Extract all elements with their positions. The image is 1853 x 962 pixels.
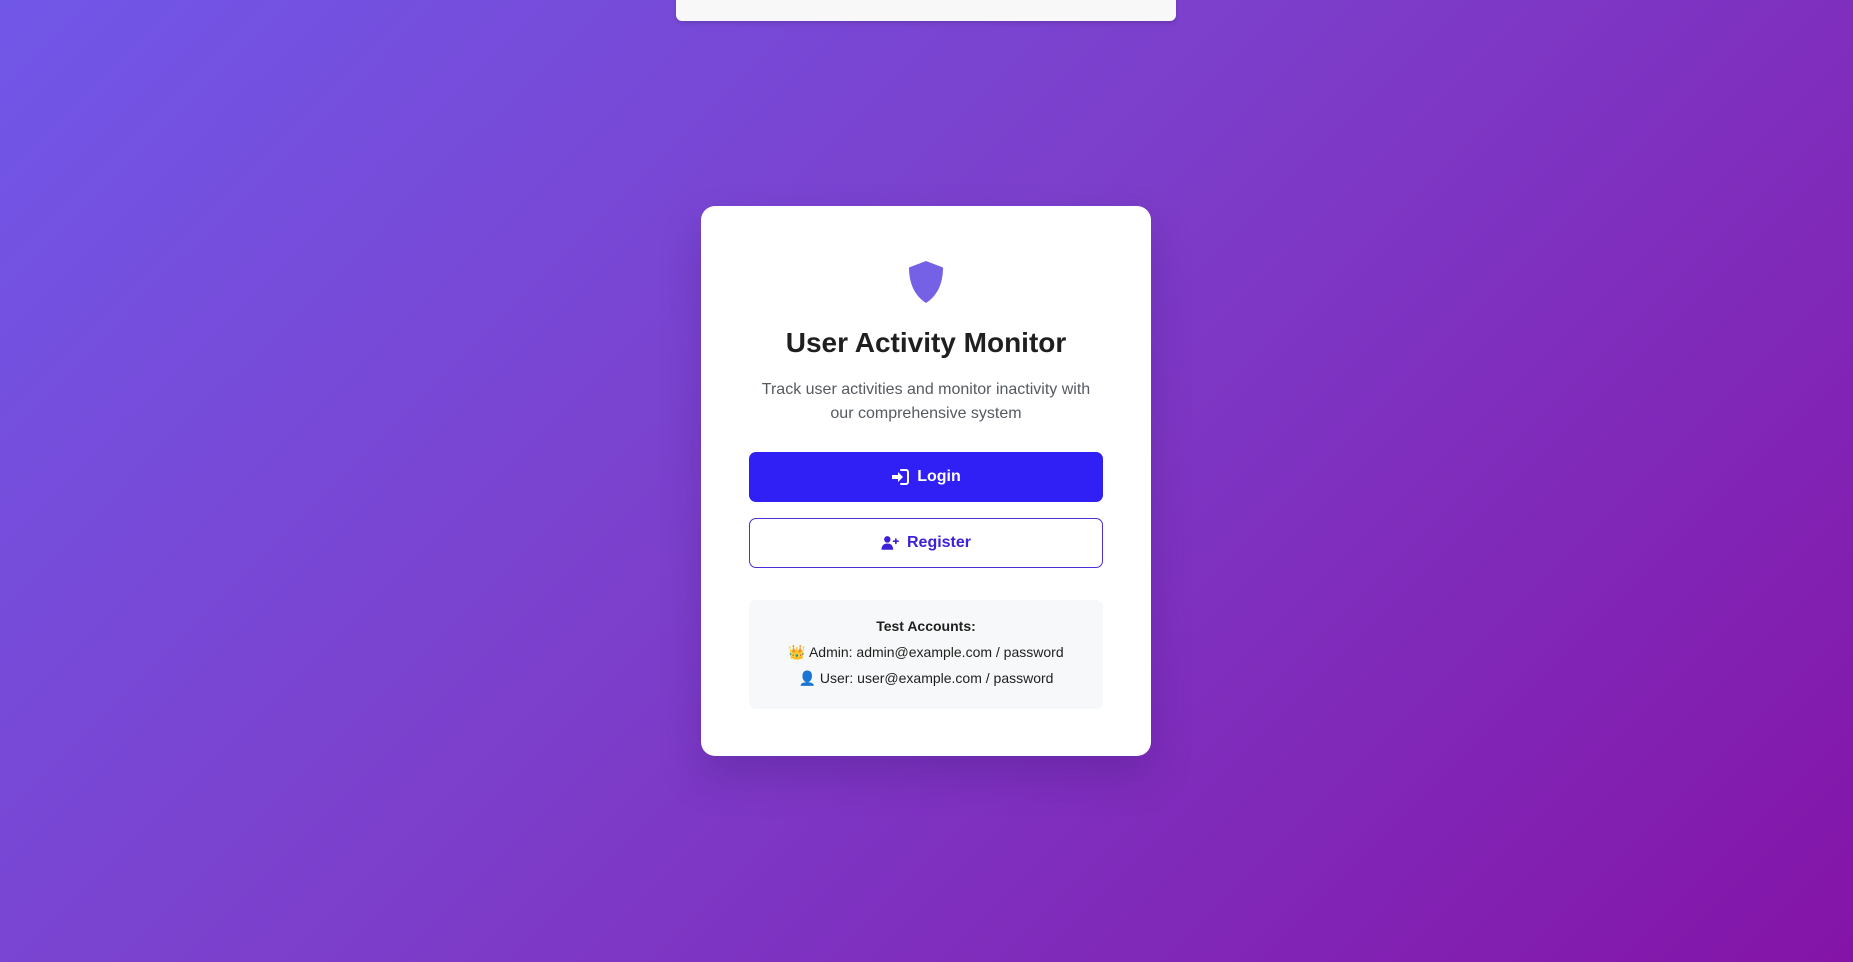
user-icon: 👤 [798,670,816,686]
admin-account-text: Admin: admin@example.com / password [808,644,1064,660]
page-title: User Activity Monitor [785,327,1067,358]
crown-icon: 👑 [788,644,806,660]
user-account-text: User: user@example.com / password [819,670,1054,686]
shield-icon [909,261,943,303]
test-accounts-heading: Test Accounts: [876,618,976,634]
page-subtitle: Track user activities and monitor inacti… [761,381,1091,422]
top-overlay-panel [676,0,1176,21]
sign-in-icon [892,469,910,485]
admin-account-line: 👑 Admin: admin@example.com / password [749,643,1103,661]
login-button[interactable]: Login [749,452,1103,502]
user-account-line: 👤 User: user@example.com / password [749,669,1103,687]
test-accounts-panel: Test Accounts: 👑 Admin: admin@example.co… [749,600,1103,709]
welcome-card: User Activity Monitor Track user activit… [701,206,1151,756]
user-plus-icon [881,536,899,550]
register-button[interactable]: Register [749,518,1103,568]
logo [749,260,1103,304]
login-button-label: Login [917,468,961,485]
register-button-label: Register [906,534,972,551]
